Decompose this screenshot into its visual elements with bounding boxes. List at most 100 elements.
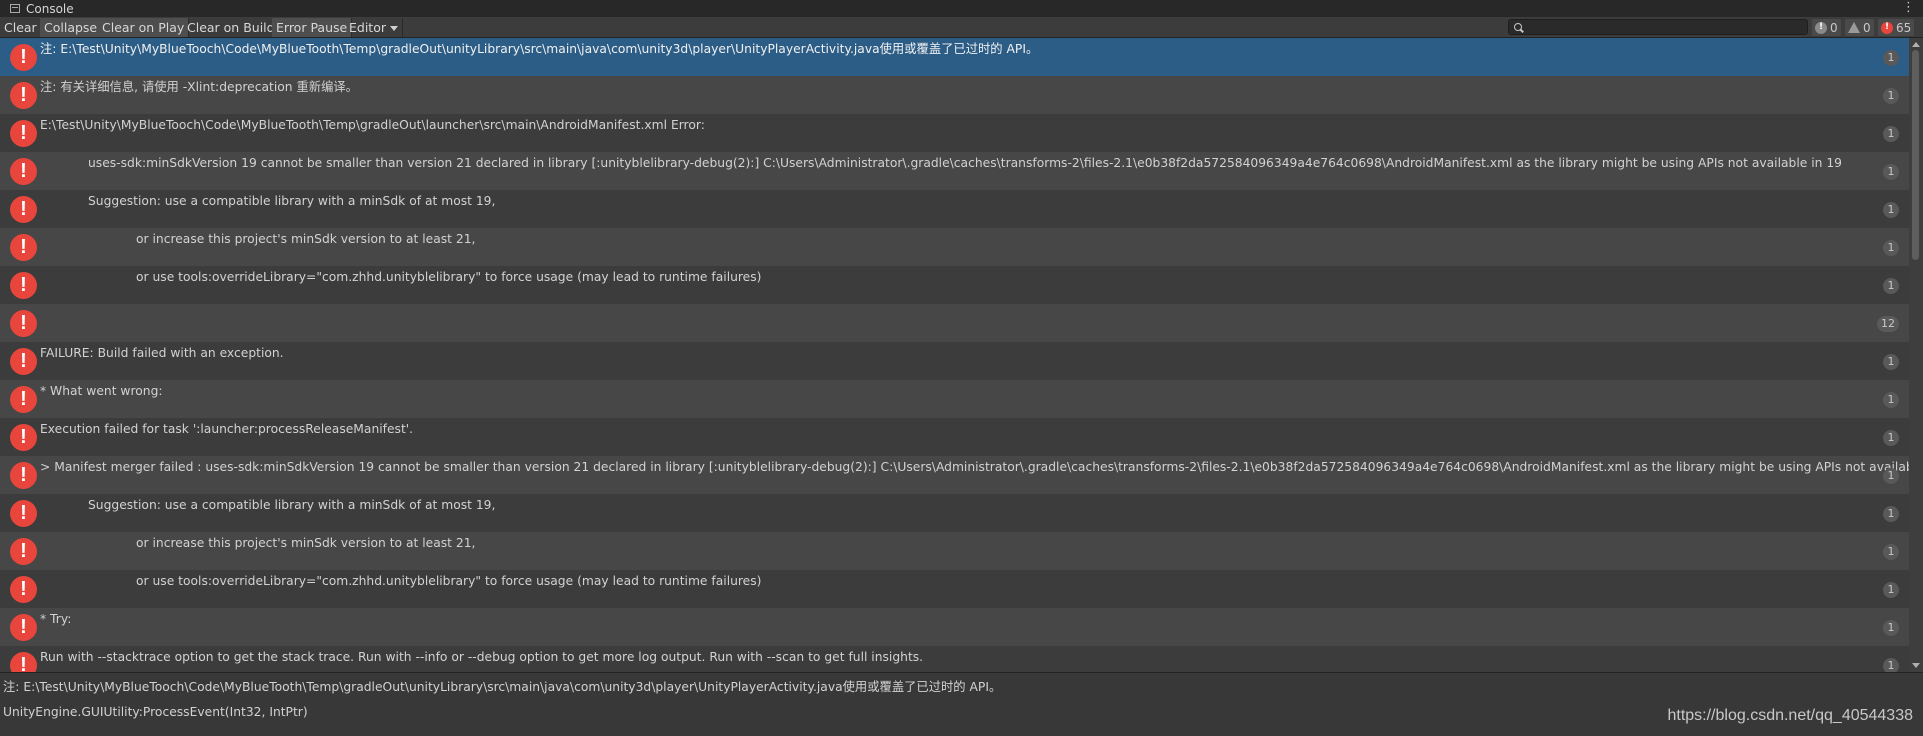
log-entry[interactable]: ! > Manifest merger failed : uses-sdk:min… bbox=[0, 456, 1909, 494]
log-entry[interactable]: ! 12 bbox=[0, 304, 1909, 342]
log-count-badge: 1 bbox=[1883, 392, 1899, 408]
window-title: Console bbox=[26, 1, 74, 16]
log-entry[interactable]: ! Suggestion: use a compatible library wi… bbox=[0, 190, 1909, 228]
log-message: or increase this project's minSdk versio… bbox=[136, 232, 476, 246]
scrollbar-thumb[interactable] bbox=[1912, 50, 1919, 260]
log-message: Execution failed for task ':launcher:pro… bbox=[40, 422, 414, 436]
warning-count-toggle[interactable]: 0 bbox=[1845, 19, 1874, 36]
log-message: or use tools:overrideLibrary="com.zhhd.u… bbox=[136, 574, 762, 588]
error-count: 65 bbox=[1896, 20, 1912, 35]
log-entry[interactable]: ! 注: 有关详细信息, 请使用 -Xlint:deprecation 重新编译。… bbox=[0, 76, 1909, 114]
log-entry[interactable]: ! Run with --stacktrace option to get the… bbox=[0, 646, 1909, 672]
error-icon: ! bbox=[10, 82, 37, 109]
log-list[interactable]: ! 注: E:\Test\Unity\MyBlueTooch\Code\MyBlu… bbox=[0, 38, 1909, 672]
message-detail-pane: 注: E:\Test\Unity\MyBlueTooch\Code\MyBlue… bbox=[0, 672, 1923, 736]
error-pause-toggle[interactable]: Error Pause bbox=[272, 18, 353, 37]
error-icon: ! bbox=[10, 652, 37, 672]
error-icon: ! bbox=[10, 500, 37, 527]
error-icon: ! bbox=[1881, 21, 1893, 34]
console-title-bar: Console ⋮ bbox=[0, 0, 1923, 17]
scroll-down-arrow-icon[interactable] bbox=[1912, 663, 1920, 668]
error-icon: ! bbox=[10, 576, 37, 603]
error-count-toggle[interactable]: ! 65 bbox=[1878, 19, 1915, 36]
detail-stacktrace-link[interactable]: UnityEngine.GUIUtility:ProcessEvent(Int3… bbox=[3, 705, 308, 719]
error-icon: ! bbox=[10, 44, 37, 71]
editor-dropdown[interactable]: Editor bbox=[345, 18, 403, 37]
console-toolbar: Clear Collapse Clear on Play Clear on Bu… bbox=[0, 17, 1923, 38]
error-icon: ! bbox=[10, 462, 37, 489]
log-count-badge: 1 bbox=[1883, 582, 1899, 598]
scroll-up-arrow-icon[interactable] bbox=[1912, 42, 1920, 47]
log-count-badge: 1 bbox=[1883, 430, 1899, 446]
error-icon: ! bbox=[10, 234, 37, 261]
log-message: or use tools:overrideLibrary="com.zhhd.u… bbox=[136, 270, 762, 284]
chevron-down-icon bbox=[390, 26, 398, 31]
error-icon: ! bbox=[10, 538, 37, 565]
collapse-toggle[interactable]: Collapse bbox=[40, 18, 103, 37]
log-message: FAILURE: Build failed with an exception. bbox=[40, 346, 284, 360]
log-entry[interactable]: ! FAILURE: Build failed with an exception… bbox=[0, 342, 1909, 380]
log-message: * Try: bbox=[40, 612, 72, 626]
log-message: E:\Test\Unity\MyBlueTooch\Code\MyBlueToo… bbox=[40, 118, 705, 132]
log-entry[interactable]: ! Execution failed for task ':launcher:pr… bbox=[0, 418, 1909, 456]
log-count-badge: 1 bbox=[1883, 658, 1899, 672]
clear-button[interactable]: Clear bbox=[0, 18, 42, 37]
log-entry[interactable]: ! Suggestion: use a compatible library wi… bbox=[0, 494, 1909, 532]
log-entry[interactable]: ! E:\Test\Unity\MyBlueTooch\Code\MyBlueTo… bbox=[0, 114, 1909, 152]
log-message: Suggestion: use a compatible library wit… bbox=[88, 498, 496, 512]
detail-message: 注: E:\Test\Unity\MyBlueTooch\Code\MyBlue… bbox=[3, 680, 1002, 694]
search-icon bbox=[1514, 23, 1522, 31]
log-entry[interactable]: ! * What went wrong: 1 bbox=[0, 380, 1909, 418]
log-count-badge: 1 bbox=[1883, 354, 1899, 370]
log-entry[interactable]: ! uses-sdk:minSdkVersion 19 cannot be sma… bbox=[0, 152, 1909, 190]
log-count-badge: 1 bbox=[1883, 164, 1899, 180]
log-entry[interactable]: ! or increase this project's minSdk versi… bbox=[0, 532, 1909, 570]
log-count-badge: 1 bbox=[1883, 278, 1899, 294]
editor-dropdown-label: Editor bbox=[349, 20, 386, 35]
log-count-badge: 1 bbox=[1883, 88, 1899, 104]
log-entry[interactable]: ! or use tools:overrideLibrary="com.zhhd.… bbox=[0, 570, 1909, 608]
log-count-badge: 1 bbox=[1883, 50, 1899, 66]
log-count-badge: 1 bbox=[1883, 468, 1899, 484]
error-icon: ! bbox=[10, 272, 37, 299]
error-icon: ! bbox=[10, 614, 37, 641]
log-message: 注: 有关详细信息, 请使用 -Xlint:deprecation 重新编译。 bbox=[40, 80, 358, 94]
log-count-badge: 1 bbox=[1883, 506, 1899, 522]
log-count-badge: 1 bbox=[1883, 126, 1899, 142]
warning-count: 0 bbox=[1863, 20, 1871, 35]
warning-icon bbox=[1848, 22, 1860, 33]
error-icon: ! bbox=[10, 158, 37, 185]
log-message: 注: E:\Test\Unity\MyBlueTooch\Code\MyBlue… bbox=[40, 42, 1039, 56]
log-message: Suggestion: use a compatible library wit… bbox=[88, 194, 496, 208]
log-entry[interactable]: ! or increase this project's minSdk versi… bbox=[0, 228, 1909, 266]
error-icon: ! bbox=[10, 424, 37, 451]
error-icon: ! bbox=[10, 348, 37, 375]
info-icon: ! bbox=[1815, 21, 1827, 34]
error-icon: ! bbox=[10, 386, 37, 413]
search-field[interactable] bbox=[1508, 19, 1808, 35]
log-message: Run with --stacktrace option to get the … bbox=[40, 650, 924, 664]
error-icon: ! bbox=[10, 120, 37, 147]
log-message: uses-sdk:minSdkVersion 19 cannot be smal… bbox=[88, 156, 1842, 170]
log-message: > Manifest merger failed : uses-sdk:minS… bbox=[40, 460, 1909, 474]
log-entry[interactable]: ! 注: E:\Test\Unity\MyBlueTooch\Code\MyBlu… bbox=[0, 38, 1909, 76]
clear-on-play-toggle[interactable]: Clear on Play bbox=[98, 18, 190, 37]
console-window-icon bbox=[10, 4, 20, 13]
log-entry[interactable]: ! or use tools:overrideLibrary="com.zhhd.… bbox=[0, 266, 1909, 304]
log-count-badge: 1 bbox=[1883, 240, 1899, 256]
log-message: * What went wrong: bbox=[40, 384, 163, 398]
log-count-badge: 12 bbox=[1877, 316, 1899, 332]
log-scrollbar[interactable] bbox=[1909, 38, 1923, 672]
log-message: or increase this project's minSdk versio… bbox=[136, 536, 476, 550]
info-count: 0 bbox=[1830, 20, 1838, 35]
log-count-badge: 1 bbox=[1883, 544, 1899, 560]
log-entry[interactable]: ! * Try: 1 bbox=[0, 608, 1909, 646]
error-icon: ! bbox=[10, 196, 37, 223]
kebab-menu-icon[interactable]: ⋮ bbox=[1902, 1, 1915, 15]
log-count-badge: 1 bbox=[1883, 202, 1899, 218]
error-icon: ! bbox=[10, 310, 37, 337]
watermark-text: https://blog.csdn.net/qq_40544338 bbox=[1667, 707, 1913, 724]
info-count-toggle[interactable]: ! 0 bbox=[1812, 19, 1841, 36]
log-count-badge: 1 bbox=[1883, 620, 1899, 636]
clear-on-build-toggle[interactable]: Clear on Build bbox=[183, 18, 280, 37]
